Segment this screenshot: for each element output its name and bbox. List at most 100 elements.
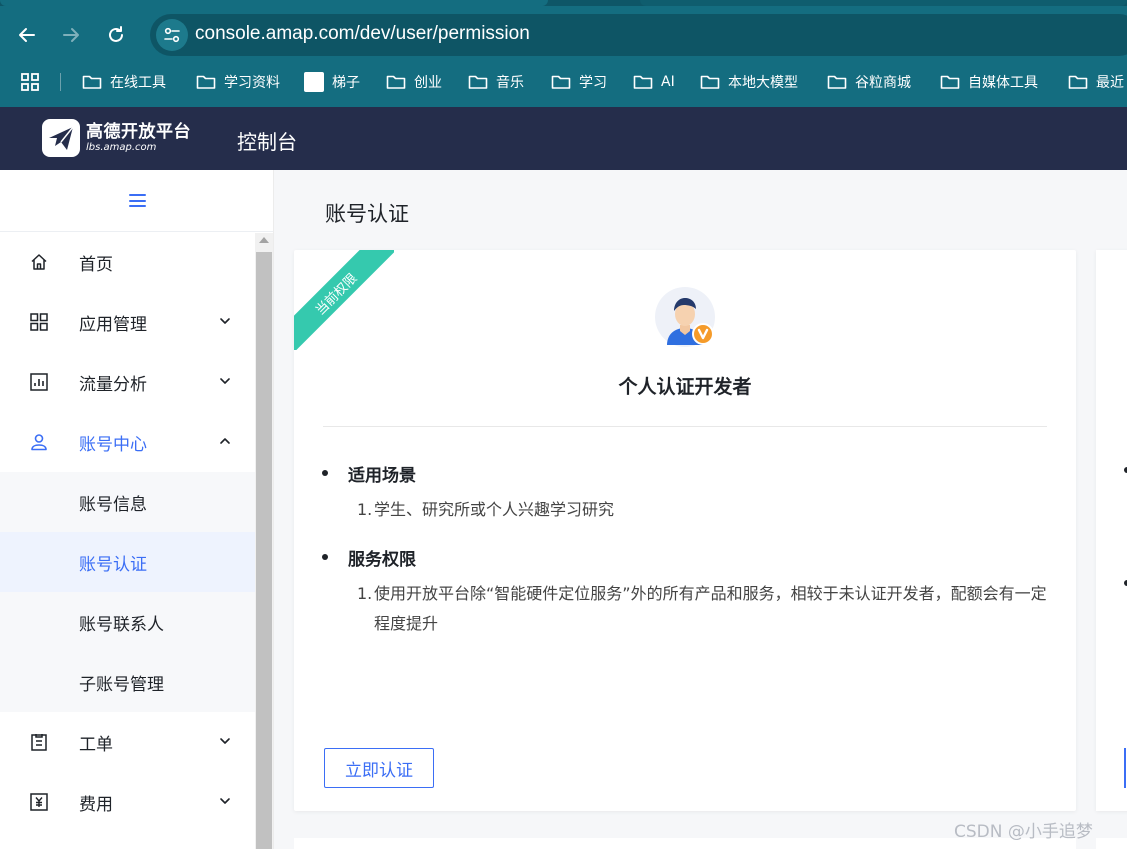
bookmark-item[interactable]: 谷粒商城 [827, 71, 911, 93]
bookmark-item[interactable]: 学习资料 [196, 71, 280, 93]
sidebar: 首页 应用管理 流量分析 账号中心 账号信息 账号认证 账号联系人 子账号管理 … [0, 170, 274, 849]
sidebar-item-label: 流量分析 [79, 375, 147, 395]
browser-chrome: console.amap.com/dev/user/permission 在线工… [0, 0, 1127, 107]
folder-icon [827, 75, 847, 89]
folder-icon [386, 75, 406, 89]
chevron-down-icon [220, 378, 230, 384]
apps-grid-icon [30, 313, 48, 331]
site-info-button[interactable] [156, 19, 188, 51]
section-heading-permissions: 服务权限 [322, 545, 416, 570]
console-label[interactable]: 控制台 [237, 126, 297, 155]
hamburger-menu-icon [128, 194, 146, 207]
bookmark-label: AI [661, 74, 675, 90]
chevron-down-icon [220, 798, 230, 804]
sidebar-item-traffic-analysis[interactable]: 流量分析 [0, 352, 255, 412]
logo-title: 高德开放平台 [86, 122, 191, 142]
clipboard-icon [31, 734, 47, 751]
bookmark-label: 谷粒商城 [855, 75, 911, 91]
scrollbar-thumb[interactable] [256, 252, 272, 849]
sidebar-item-label: 费用 [79, 795, 113, 815]
forward-button[interactable] [56, 20, 86, 50]
folder-icon [700, 75, 720, 89]
bookmark-label: 在线工具 [110, 75, 166, 91]
apps-icon[interactable] [20, 72, 40, 96]
sidebar-item-label: 工单 [79, 735, 113, 755]
bookmark-item[interactable]: AI [633, 71, 675, 93]
bookmark-item[interactable]: 在线工具 [82, 71, 166, 93]
sidebar-subitem-account-info[interactable]: 账号信息 [0, 472, 255, 532]
folder-icon [1068, 75, 1088, 89]
sidebar-subitem-account-contacts[interactable]: 账号联系人 [0, 592, 255, 652]
sidebar-item-app-management[interactable]: 应用管理 [0, 292, 255, 352]
sidebar-subitem-sub-accounts[interactable]: 子账号管理 [0, 652, 255, 712]
sidebar-subitem-label: 账号信息 [79, 495, 147, 515]
list-number: 1. [357, 500, 373, 519]
section-heading-text: 适用场景 [348, 466, 416, 486]
card-title: 个人认证开发者 [618, 376, 752, 398]
next-card-button-edge[interactable] [1124, 748, 1126, 788]
active-tab-edge[interactable] [0, 0, 548, 6]
sidebar-item-home[interactable]: 首页 [0, 232, 255, 292]
section-heading-scenarios: 适用场景 [322, 461, 416, 486]
bookmark-item[interactable]: 音乐 [468, 71, 524, 93]
folder-icon [196, 75, 216, 89]
developer-card: 当前权限 个人认证开发者 适用场景 1. 学生、研究所或个人兴趣学习研究 服务权… [294, 250, 1076, 811]
section-heading-text: 服务权限 [348, 550, 416, 570]
bar-chart-icon [30, 373, 48, 391]
sidebar-subitem-account-verification[interactable]: 账号认证 [0, 532, 255, 592]
next-row-card [1096, 838, 1127, 849]
user-icon [31, 434, 47, 451]
back-button[interactable] [12, 20, 42, 50]
bookmark-item[interactable]: 学习 [551, 71, 607, 93]
app-header: 高德开放平台 lbs.amap.com 控制台 [0, 107, 1127, 170]
bookmark-item[interactable]: 创业 [386, 71, 442, 93]
sidebar-item-billing[interactable]: 费用 [0, 772, 255, 832]
tune-icon [164, 27, 180, 43]
watermark: CSDN @小手追梦 [954, 822, 1093, 842]
scroll-up-arrow-icon[interactable] [259, 237, 269, 243]
sidebar-item-label: 首页 [79, 255, 113, 275]
folder-icon [633, 75, 653, 89]
sidebar-item-label: 应用管理 [79, 315, 147, 335]
chevron-down-icon [220, 738, 230, 744]
arrow-left-icon [19, 28, 35, 42]
list-number: 1. [357, 584, 373, 603]
verify-now-button[interactable]: 立即认证 [324, 748, 434, 788]
sidebar-item-account-center[interactable]: 账号中心 [0, 412, 255, 472]
folder-icon [468, 75, 488, 89]
folder-icon [551, 75, 571, 89]
bookmark-item[interactable]: 本地大模型 [700, 71, 798, 93]
reload-button[interactable] [101, 20, 131, 50]
card-divider [323, 426, 1047, 427]
next-card-partial [1096, 250, 1127, 811]
sidebar-subitem-label: 子账号管理 [79, 675, 164, 695]
bookmark-item[interactable]: 最近 [1068, 71, 1124, 93]
home-icon [31, 254, 47, 270]
sidebar-collapse-button[interactable] [0, 170, 273, 232]
chevron-up-icon [220, 438, 230, 444]
bookmark-label: 本地大模型 [728, 75, 798, 91]
white-square-icon [304, 72, 324, 92]
bookmark-label: 最近 [1096, 75, 1124, 91]
chevron-down-icon [220, 318, 230, 324]
sidebar-scrollbar[interactable] [255, 233, 273, 849]
url-text[interactable]: console.amap.com/dev/user/permission [195, 23, 530, 45]
arrow-right-icon [63, 28, 79, 42]
bookmark-label: 学习资料 [224, 75, 280, 91]
sidebar-subitem-label: 账号认证 [79, 555, 147, 575]
bookmark-item[interactable]: 自媒体工具 [940, 71, 1038, 93]
bookmark-label: 梯子 [332, 75, 360, 91]
bookmark-label: 自媒体工具 [968, 75, 1038, 91]
bookmark-item[interactable]: 梯子 [304, 71, 360, 93]
sidebar-item-label: 账号中心 [79, 435, 147, 455]
list-item: 1. 学生、研究所或个人兴趣学习研究 [357, 495, 1047, 525]
logo-subtitle: lbs.amap.com [86, 142, 157, 153]
tab-edge[interactable] [640, 0, 1127, 6]
amap-logo[interactable]: 高德开放平台 lbs.amap.com [42, 119, 191, 157]
address-bar[interactable]: console.amap.com/dev/user/permission [150, 14, 1127, 56]
bookmarks-divider [60, 73, 61, 91]
page-title: 账号认证 [325, 202, 409, 226]
bookmark-label: 创业 [414, 75, 442, 91]
sidebar-item-tickets[interactable]: 工单 [0, 712, 255, 772]
sidebar-subitem-label: 账号联系人 [79, 615, 164, 635]
